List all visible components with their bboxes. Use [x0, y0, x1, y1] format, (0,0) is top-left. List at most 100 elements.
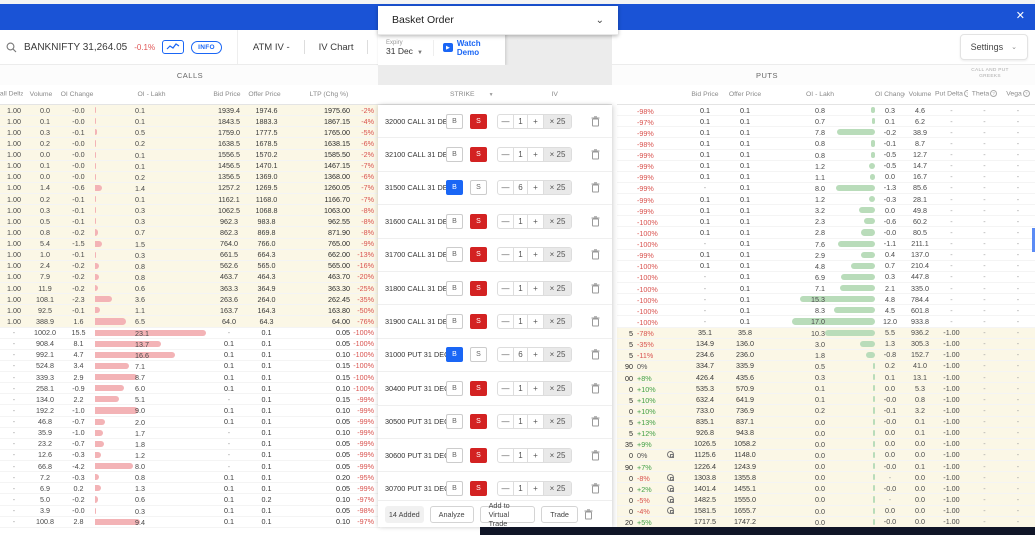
bid-price-cell[interactable]: 0.1 [210, 339, 248, 348]
qty-value[interactable]: 1 [513, 481, 528, 495]
offer-price-cell[interactable]: 35.8 [725, 328, 765, 337]
puts-table-row[interactable]: -99% 0.1 0.1 0.8 -0.5 12.7 - - - [617, 149, 1035, 161]
offer-price-cell[interactable]: 943.8 [725, 428, 765, 437]
help-icon[interactable]: ? [990, 90, 998, 98]
calls-table-row[interactable]: -339.3 2.9 8.7 0.1 0.1 0.15 -100% [0, 372, 380, 384]
bid-price-cell[interactable]: - [210, 395, 248, 404]
buy-button[interactable]: B [446, 247, 463, 263]
offer-price-cell[interactable]: 736.9 [725, 406, 765, 415]
decrease-qty-button[interactable]: — [498, 215, 513, 228]
bid-price-cell[interactable]: 0.1 [210, 373, 248, 382]
puts-table-row[interactable]: 90 0% 334.7 335.9 0.5 0.2 41.0 -1.00 - - [617, 360, 1035, 372]
buy-button[interactable]: B [446, 347, 463, 363]
puts-table-row[interactable]: -100% -0.1 7.6 -1.1 211.1- - - [617, 238, 1035, 250]
calls-table-row[interactable]: 1.00 0.5 -0.1 0.3 962.3 983.8 962.55 -8% [0, 216, 380, 228]
offer-price-cell[interactable]: 0.1 [248, 339, 285, 348]
calls-table-row[interactable]: 1.00 1.0 -0.1 0.3 661.5 664.3 662.00 -13% [0, 249, 380, 261]
bid-price-cell[interactable]: 463.7 [210, 272, 248, 281]
puts-table-row[interactable]: -100% 0.1 0.1 2.3 -0.6 60.2 - - - [617, 216, 1035, 228]
calls-table-row[interactable]: - 192.2 -1.0 9.0 0.1 0.1 0.10 -99% [0, 405, 380, 417]
offer-price-cell[interactable]: 0.1 [248, 450, 285, 459]
puts-table-row[interactable]: -98% 0.1 0.1 0.8 0.3 4.6 - - - [617, 105, 1035, 117]
bid-price-cell[interactable]: 35.1 [685, 328, 725, 337]
offer-price-cell[interactable]: 0.1 [725, 272, 765, 281]
qty-value[interactable]: 1 [513, 415, 528, 429]
offer-price-cell[interactable]: 664.3 [248, 250, 285, 259]
info-badge[interactable]: INFO [191, 40, 222, 54]
settings-button[interactable]: Settings ⌄ [959, 34, 1028, 60]
offer-price-cell[interactable]: 1148.0 [725, 450, 765, 459]
offer-price-cell[interactable]: 0.1 [725, 306, 765, 315]
bid-price-cell[interactable]: 0.1 [685, 217, 725, 226]
symbol-price[interactable]: BANKNIFTY 31,264.05 [24, 42, 127, 53]
bid-price-cell[interactable]: 835.1 [685, 417, 725, 426]
sell-button[interactable]: S [470, 480, 487, 496]
offer-price-cell[interactable]: 0.1 [725, 295, 765, 304]
bid-price-cell[interactable]: 535.3 [685, 384, 725, 393]
bid-price-cell[interactable]: 962.3 [210, 217, 248, 226]
bid-price-cell[interactable]: 1062.5 [210, 206, 248, 215]
calls-table-row[interactable]: 1.00 0.1 -0.0 0.1 1843.5 1883.3 1867.15 -4% [0, 116, 380, 128]
bid-price-cell[interactable]: 1482.5 [685, 495, 725, 504]
calls-table-row[interactable]: - 6.9 0.2 1.3 0.1 0.1 0.05 -99% [0, 483, 380, 495]
qty-value[interactable]: 1 [513, 148, 528, 162]
calls-table-row[interactable]: -1002.0 15.5 23.1-0.1 0.05 -100% [0, 327, 380, 339]
puts-table-row[interactable]: -100% -0.1 17.0 12.0 933.8- - - [617, 316, 1035, 328]
bid-price-cell[interactable]: 0.1 [210, 517, 248, 526]
bid-price-cell[interactable]: 363.3 [210, 284, 248, 293]
calls-table-row[interactable]: 1.00 0.0 -0.0 0.1 1556.5 1570.2 1585.50 -2% [0, 149, 380, 161]
sell-button[interactable]: S [470, 147, 487, 163]
bid-price-cell[interactable]: 0.1 [210, 495, 248, 504]
bid-price-cell[interactable]: 1717.5 [685, 517, 725, 526]
sort-icon[interactable]: ▼ [489, 92, 494, 98]
help-icon[interactable]: ? [1022, 90, 1030, 98]
puts-table-row[interactable]: -100% -0.1 6.9 0.3 447.8- - - [617, 271, 1035, 283]
offer-price-cell[interactable]: 0.1 [725, 150, 765, 159]
offer-price-cell[interactable]: 0.1 [248, 350, 285, 359]
increase-qty-button[interactable]: + [528, 148, 543, 161]
bid-price-cell[interactable]: 661.5 [210, 250, 248, 259]
puts-table-row[interactable]: -98% 0.1 0.1 0.8 -0.1 8.7 - - - [617, 138, 1035, 150]
qty-value[interactable]: 1 [513, 114, 528, 128]
increase-qty-button[interactable]: + [528, 348, 543, 361]
increase-qty-button[interactable]: + [528, 215, 543, 228]
bid-price-cell[interactable]: 1125.6 [685, 450, 725, 459]
watch-demo-button[interactable]: ▶ Watch Demo [434, 39, 505, 57]
bid-price-cell[interactable]: 1401.4 [685, 484, 725, 493]
buy-button[interactable]: B [446, 213, 463, 229]
puts-table-row[interactable]: 5 -35% 134.9 136.0 3.0 1.3 305.3 -1.00 - - [617, 338, 1035, 350]
bid-price-cell[interactable]: 0.1 [210, 473, 248, 482]
qty-value[interactable]: 1 [513, 248, 528, 262]
bid-price-cell[interactable]: 0.1 [210, 406, 248, 415]
bid-price-cell[interactable]: 1356.5 [210, 172, 248, 181]
bid-price-cell[interactable]: 1939.4 [210, 106, 248, 115]
puts-table-row[interactable]: -99% 0.1 0.1 1.2 -0.3 28.1 - - - [617, 194, 1035, 206]
offer-price-cell[interactable]: 1747.2 [725, 517, 765, 526]
bid-price-cell[interactable]: 1456.5 [210, 161, 248, 170]
col-strike[interactable]: STRIKE [450, 91, 475, 98]
calls-table-row[interactable]: -66.8 -4.2 8.0-0.1 0.05 -99% [0, 461, 380, 473]
increase-qty-button[interactable]: + [528, 415, 543, 428]
calls-table-row[interactable]: 1.00 11.9 -0.2 0.6 363.3 364.9 363.30 -25% [0, 283, 380, 295]
bid-price-cell[interactable]: - [210, 328, 248, 337]
sell-button[interactable]: S [470, 280, 487, 296]
search-icon[interactable] [6, 42, 17, 53]
bid-price-cell[interactable]: - [210, 450, 248, 459]
calls-table-row[interactable]: 1.00 2.4 -0.2 0.8 562.6 565.0 565.00 -16% [0, 260, 380, 272]
offer-price-cell[interactable]: 1455.1 [725, 484, 765, 493]
buy-button[interactable]: B [446, 280, 463, 296]
offer-price-cell[interactable]: 0.1 [725, 317, 765, 326]
delete-row-icon[interactable] [591, 383, 600, 394]
offer-price-cell[interactable]: 1369.0 [248, 172, 285, 181]
puts-table-row[interactable]: -100% 0.1 0.1 2.8 -0.0 80.5 - - - [617, 227, 1035, 239]
offer-price-cell[interactable]: 0.1 [725, 217, 765, 226]
increase-qty-button[interactable]: + [528, 315, 543, 328]
offer-price-cell[interactable]: 1470.1 [248, 161, 285, 170]
offer-price-cell[interactable]: 837.1 [725, 417, 765, 426]
bid-price-cell[interactable]: 0.1 [210, 350, 248, 359]
puts-table-row[interactable]: -99% 0.1 0.1 2.9 0.4 137.0 - - - [617, 249, 1035, 261]
offer-price-cell[interactable]: 0.1 [725, 139, 765, 148]
bid-price-cell[interactable]: 426.4 [685, 373, 725, 382]
calls-table-row[interactable]: 1.00 0.3 -0.1 0.3 1062.5 1068.8 1063.00 -8% [0, 205, 380, 217]
bid-price-cell[interactable]: 1257.2 [210, 183, 248, 192]
